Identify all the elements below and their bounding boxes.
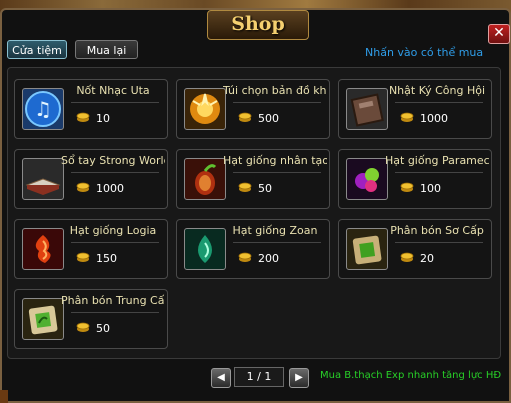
item-name: Túi chọn bản đồ kho báu	[223, 84, 327, 97]
item-divider	[71, 102, 159, 103]
shop-item-0[interactable]: ♫ Nốt Nhạc Uta 10	[14, 79, 168, 139]
coin-icon	[400, 181, 414, 193]
item-name: Sổ tay Strong World	[61, 154, 165, 167]
intermediate-fertilizer-icon	[22, 298, 64, 340]
item-price: 500	[258, 112, 279, 125]
shop-item-3[interactable]: Sổ tay Strong World 1000	[14, 149, 168, 209]
shop-item-7[interactable]: Hạt giống Zoan 200	[176, 219, 330, 279]
item-name: Phân bón Trung Cấp	[61, 294, 165, 307]
shop-item-8[interactable]: Phân bón Sơ Cấp 20	[338, 219, 492, 279]
zoan-seed-icon	[184, 228, 226, 270]
paramecia-seed-icon	[346, 158, 388, 200]
coin-icon	[76, 251, 90, 263]
basic-fertilizer-icon	[346, 228, 388, 270]
item-name: Phân bón Sơ Cấp	[390, 224, 484, 237]
window-title: Shop	[231, 13, 285, 35]
page-indicator: 1 / 1	[234, 367, 284, 387]
artificial-seed-icon	[184, 158, 226, 200]
item-price: 1000	[420, 112, 448, 125]
item-divider	[395, 242, 483, 243]
coin-icon	[238, 251, 252, 263]
item-price: 50	[258, 182, 272, 195]
game-background-strip	[0, 390, 8, 403]
logia-seed-icon	[22, 228, 64, 270]
item-divider	[233, 102, 321, 103]
coin-icon	[238, 111, 252, 123]
promo-link[interactable]: Mua B.thạch Exp nhanh tăng lực HĐ	[320, 370, 501, 381]
shop-item-2[interactable]: Nhật Ký Công Hội 1000	[338, 79, 492, 139]
treasure-bag-icon	[184, 88, 226, 130]
coin-icon	[76, 111, 90, 123]
item-divider	[395, 172, 483, 173]
journal-book-icon	[346, 88, 388, 130]
item-price: 200	[258, 252, 279, 265]
item-price: 20	[420, 252, 434, 265]
item-divider	[71, 172, 159, 173]
close-button[interactable]: ✕	[488, 24, 510, 44]
item-divider	[233, 172, 321, 173]
purchase-hint: Nhấn vào có thể mua	[365, 46, 484, 59]
item-price: 10	[96, 112, 110, 125]
title-plate: Shop	[207, 10, 309, 40]
item-name: Hạt giống Logia	[69, 224, 157, 237]
shop-item-9[interactable]: Phân bón Trung Cấp 50	[14, 289, 168, 349]
coin-icon	[238, 181, 252, 193]
shop-item-4[interactable]: Hạt giống nhân tạo 50	[176, 149, 330, 209]
item-divider	[233, 242, 321, 243]
item-price: 100	[420, 182, 441, 195]
prev-page-button[interactable]: ◀	[211, 368, 231, 388]
coin-icon	[76, 321, 90, 333]
item-price: 1000	[96, 182, 124, 195]
shop-item-6[interactable]: Hạt giống Logia 150	[14, 219, 168, 279]
next-page-button[interactable]: ▶	[289, 368, 309, 388]
coin-icon	[76, 181, 90, 193]
item-name: Hạt giống Paramecia	[385, 154, 489, 167]
item-price: 150	[96, 252, 117, 265]
item-name: Hạt giống nhân tạo	[223, 154, 327, 167]
item-name: Nhật Ký Công Hội	[388, 84, 486, 97]
open-book-icon	[22, 158, 64, 200]
tab-shop[interactable]: Cửa tiệm	[7, 40, 67, 59]
shop-item-5[interactable]: Hạt giống Paramecia 100	[338, 149, 492, 209]
item-price: 50	[96, 322, 110, 335]
coin-icon	[400, 111, 414, 123]
item-divider	[71, 312, 159, 313]
item-divider	[395, 102, 483, 103]
shop-item-1[interactable]: Túi chọn bản đồ kho báu 500	[176, 79, 330, 139]
coin-icon	[400, 251, 414, 263]
item-name: Hạt giống Zoan	[232, 224, 318, 237]
svg-text:♫: ♫	[34, 97, 52, 121]
item-name: Nốt Nhạc Uta	[76, 84, 150, 97]
music-note-icon: ♫	[22, 88, 64, 130]
item-divider	[71, 242, 159, 243]
tab-rebuy[interactable]: Mua lại	[75, 40, 138, 59]
